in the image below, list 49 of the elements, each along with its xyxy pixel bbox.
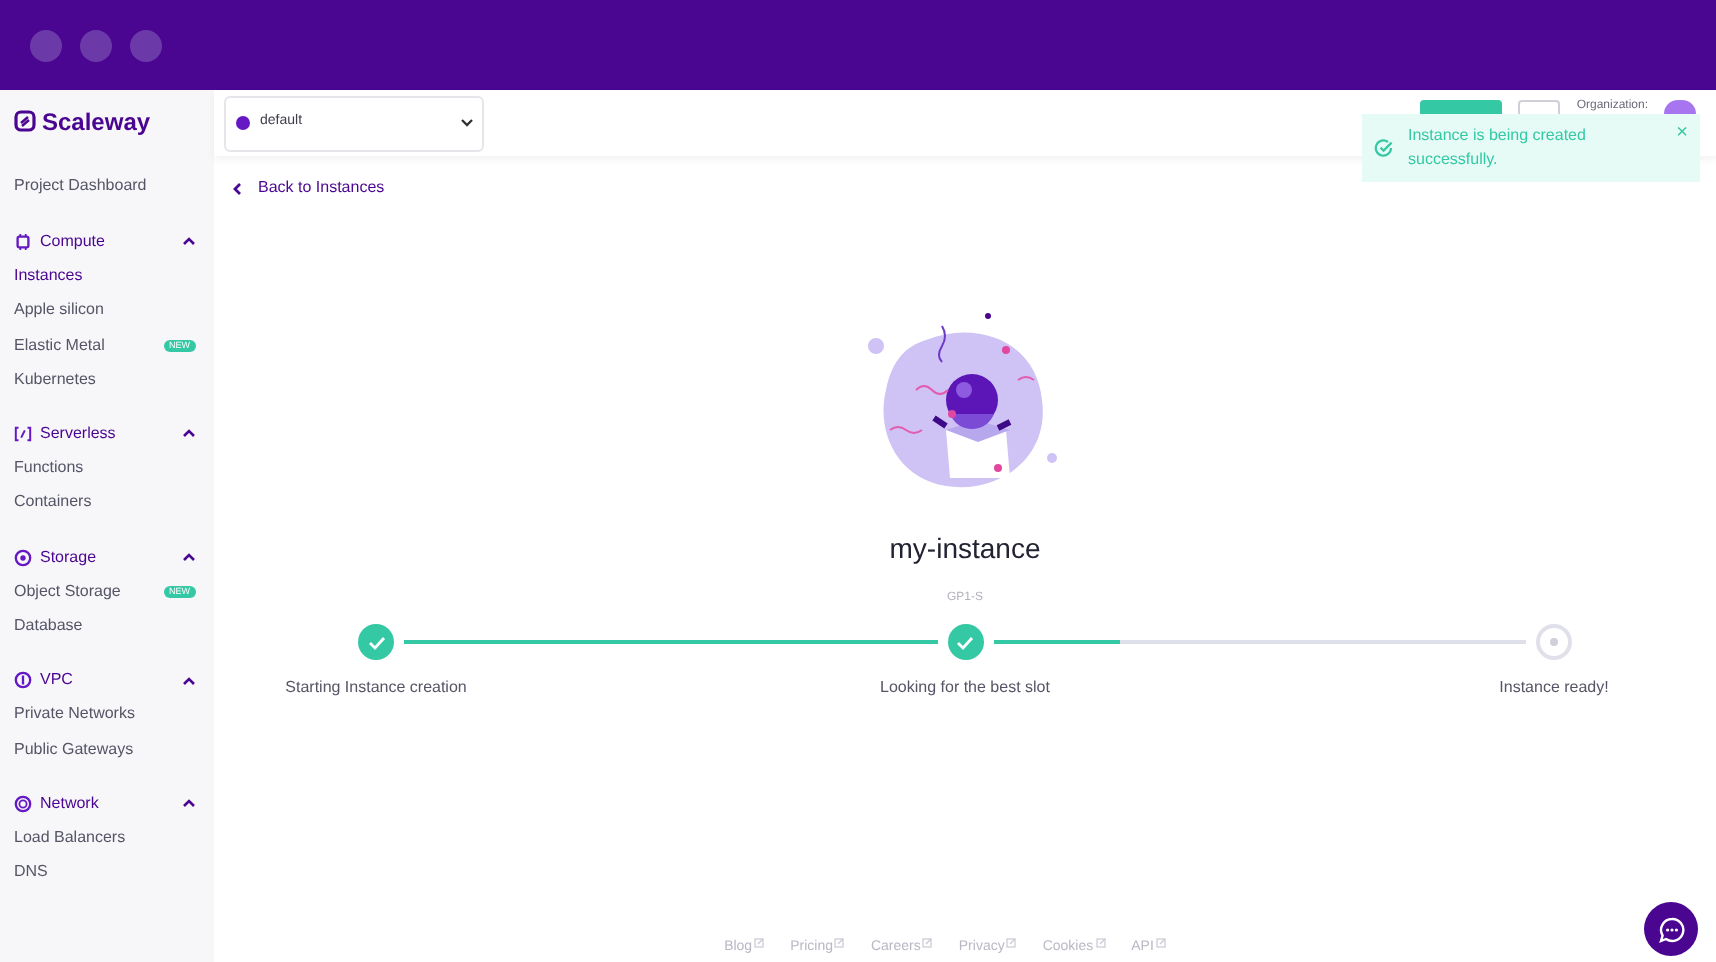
section-title[interactable]: Storage: [40, 545, 174, 570]
nav-item[interactable]: Kubernetes: [14, 367, 96, 392]
external-link-icon: [834, 937, 845, 947]
section-title[interactable]: VPC: [40, 668, 174, 693]
chevron-up-icon[interactable]: [182, 675, 196, 686]
nav-item[interactable]: Object Storage: [14, 579, 121, 604]
chevron-down-icon: [460, 118, 474, 128]
step-label: Starting Instance creation: [285, 676, 467, 700]
chat-button[interactable]: [1644, 902, 1698, 956]
brand-logo[interactable]: Scaleway: [42, 103, 151, 139]
nav-item[interactable]: Database: [14, 614, 83, 639]
circle-icon: [14, 670, 32, 691]
nav-item[interactable]: Project Dashboard: [14, 173, 147, 198]
nav-item[interactable]: Public Gateways: [14, 737, 134, 762]
section-title[interactable]: Network: [40, 791, 174, 816]
nav-item[interactable]: Private Networks: [14, 702, 135, 727]
toast-message: Instance is being created successfully.: [1408, 124, 1588, 172]
back-link[interactable]: Back to Instances: [232, 176, 1716, 200]
chevron-up-icon[interactable]: [182, 236, 196, 247]
nav-item[interactable]: Elastic Metal: [14, 333, 105, 358]
external-link-icon: [1155, 937, 1166, 947]
chevron-left-icon: [232, 181, 242, 195]
step-label: Looking for the best slot: [880, 676, 1050, 700]
chevron-up-icon[interactable]: [182, 552, 196, 563]
nav-item[interactable]: Instances: [14, 263, 83, 288]
chip-icon: [14, 231, 32, 252]
nav-item[interactable]: Load Balancers: [14, 825, 126, 850]
globe-icon: [14, 793, 32, 814]
step-label: Instance ready!: [1499, 676, 1609, 700]
external-link-icon: [1095, 937, 1106, 947]
external-link-icon: [1006, 937, 1017, 947]
avatar[interactable]: [1664, 100, 1696, 114]
chevron-up-icon[interactable]: [182, 428, 196, 439]
disc-icon: [14, 547, 32, 568]
project-icon: [236, 116, 250, 130]
nav-item[interactable]: Apple silicon: [14, 298, 104, 323]
logo-icon: [14, 110, 36, 132]
nav-item[interactable]: Functions: [14, 456, 84, 481]
external-link-icon: [754, 937, 765, 947]
external-link-icon: [922, 937, 933, 947]
section-title[interactable]: Serverless: [40, 421, 174, 446]
instance-name: my-instance: [887, 530, 1043, 568]
section-title[interactable]: Compute: [40, 229, 174, 254]
chevron-up-icon[interactable]: [182, 798, 196, 809]
brackets-icon: [14, 423, 32, 444]
chat-icon: [1657, 915, 1685, 943]
check-circle-icon: [1374, 138, 1394, 158]
nav-item[interactable]: DNS: [14, 860, 48, 885]
nav-item[interactable]: Containers: [14, 490, 92, 515]
